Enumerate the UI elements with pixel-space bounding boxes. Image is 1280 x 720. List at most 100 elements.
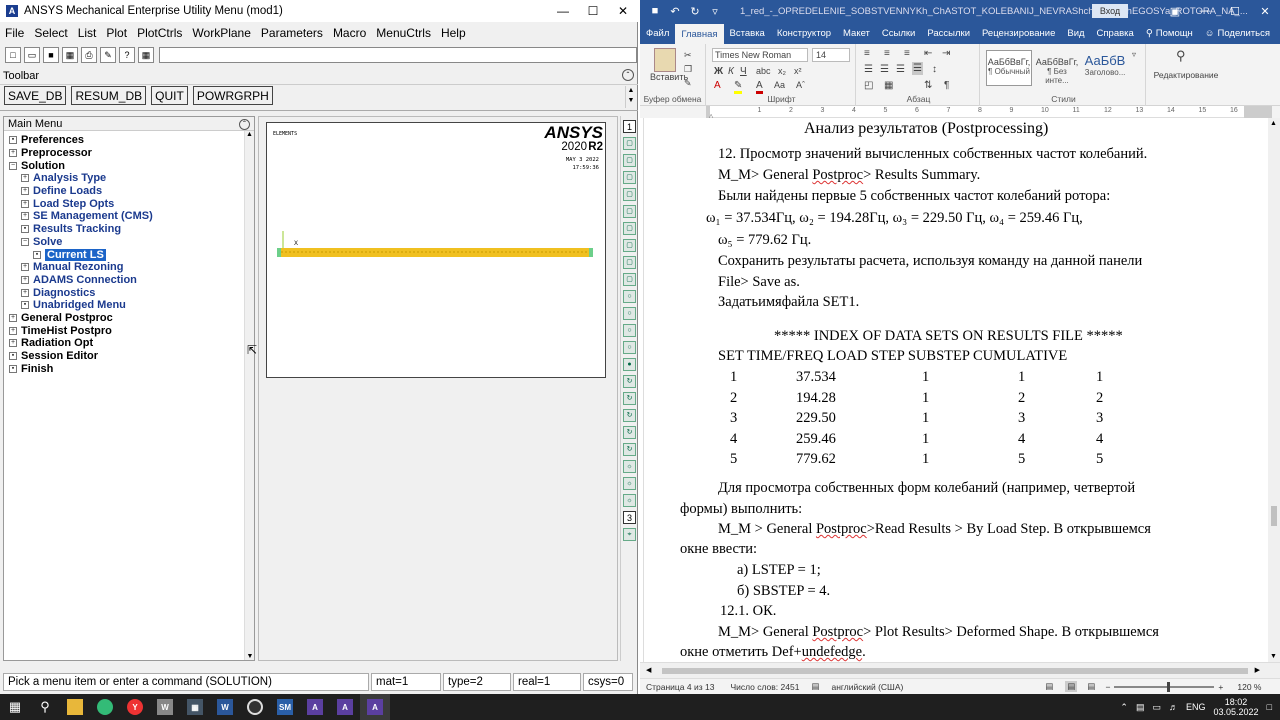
chrome-icon[interactable]: [240, 694, 270, 720]
main-menu-item[interactable]: + Analysis Type: [7, 172, 254, 185]
paste-button[interactable]: Вставить: [650, 72, 688, 82]
zoom-slider[interactable]: [1114, 681, 1215, 692]
zoom-in-icon[interactable]: +: [1218, 682, 1223, 692]
main-menu-item[interactable]: ▪ Session Editor: [7, 350, 254, 363]
yandex-browser-icon[interactable]: Y: [120, 694, 150, 720]
pick-icon[interactable]: ⌖: [623, 528, 636, 541]
main-menu-item[interactable]: ▪ Preferences: [7, 134, 254, 147]
language[interactable]: английский (США): [831, 682, 903, 692]
scroll-left-icon[interactable]: ◀: [646, 666, 651, 674]
report-icon[interactable]: ▦: [62, 47, 78, 63]
align-right-icon[interactable]: ☰: [896, 64, 905, 75]
horizontal-scrollbar[interactable]: ◀ ▶: [640, 662, 1280, 678]
menu-file[interactable]: File: [0, 26, 29, 40]
back-view-icon[interactable]: ▢: [623, 239, 636, 252]
font-size-select[interactable]: 14: [812, 48, 850, 62]
show-marks-icon[interactable]: ¶: [944, 80, 949, 91]
subscript-button[interactable]: x₂: [778, 66, 786, 76]
save-icon[interactable]: ■: [648, 5, 662, 18]
multilevel-list-icon[interactable]: ≡: [904, 48, 910, 59]
search-icon[interactable]: ⚲: [30, 694, 60, 720]
window-number-3[interactable]: 3: [623, 511, 636, 524]
tab-mailings[interactable]: Рассылки: [921, 22, 976, 44]
redo-icon[interactable]: ↻: [688, 5, 702, 18]
zoom-level[interactable]: 120 %: [1237, 682, 1261, 692]
tab-references[interactable]: Ссылки: [876, 22, 921, 44]
page-count[interactable]: Страница 4 из 13: [646, 682, 714, 692]
sort-icon[interactable]: ⇅: [924, 80, 932, 91]
file-explorer-icon[interactable]: [60, 694, 90, 720]
light-icon[interactable]: ☼: [623, 460, 636, 473]
tab-home[interactable]: Главная: [675, 24, 724, 44]
sign-in-button[interactable]: Вход: [1092, 4, 1128, 18]
minimize-icon[interactable]: —: [1190, 0, 1220, 22]
main-menu-item[interactable]: + SE Management (CMS): [7, 210, 254, 223]
top-view-icon[interactable]: ▢: [623, 171, 636, 184]
web-layout-icon[interactable]: ▤: [1087, 681, 1095, 692]
zoom-box-icon[interactable]: ○: [623, 307, 636, 320]
style-no-spacing[interactable]: АаБбВвГг, ¶ Без инте...: [1034, 50, 1080, 86]
main-menu-item[interactable]: ▪ Unabridged Menu: [7, 299, 254, 312]
save-db-button[interactable]: SAVE_DB: [4, 86, 67, 105]
line-spacing-icon[interactable]: ↕: [932, 64, 937, 75]
zoom-back-icon[interactable]: ○: [623, 324, 636, 337]
keyboard-language[interactable]: ENG: [1186, 702, 1206, 712]
numbering-icon[interactable]: ≡: [884, 48, 890, 59]
menu-help[interactable]: Help: [436, 26, 471, 40]
image-capture-icon[interactable]: ✎: [100, 47, 116, 63]
tab-review[interactable]: Рецензирование: [976, 22, 1061, 44]
style-normal[interactable]: АаБбВвГг, ¶ Обычный: [986, 50, 1032, 86]
browser-icon[interactable]: [90, 694, 120, 720]
scroll-thumb[interactable]: [662, 668, 1248, 674]
main-menu-item[interactable]: + Load Step Opts: [7, 197, 254, 210]
open-folder-icon[interactable]: ▭: [24, 47, 40, 63]
volume-icon[interactable]: ♬: [1169, 702, 1178, 712]
maximize-icon[interactable]: ☐: [578, 0, 608, 22]
menu-select[interactable]: Select: [29, 26, 72, 40]
document-page[interactable]: Анализ результатов (Postprocessing) 12. …: [644, 118, 1268, 662]
document-scrollbar[interactable]: ▲ ▼: [1268, 118, 1280, 662]
dynamic-rotate-icon[interactable]: ↻: [623, 443, 636, 456]
help-bulb-icon[interactable]: ?: [119, 47, 135, 63]
share-button[interactable]: ☺ Поделиться: [1199, 22, 1276, 44]
styles-more-icon[interactable]: ▿: [1132, 50, 1136, 59]
main-menu-item[interactable]: + TimeHist Postpro: [7, 324, 254, 337]
right-view-icon[interactable]: ▢: [623, 222, 636, 235]
powrgrph-button[interactable]: POWRGRPH: [192, 86, 273, 105]
tab-help[interactable]: Справка: [1091, 22, 1140, 44]
tab-design[interactable]: Конструктор: [771, 22, 837, 44]
scroll-thumb[interactable]: [1271, 506, 1277, 526]
scroll-up-icon[interactable]: ▲: [245, 131, 254, 138]
scroll-right-icon[interactable]: ▶: [1255, 666, 1260, 674]
pan-icon[interactable]: ●: [623, 358, 636, 371]
left-view-icon[interactable]: ▢: [623, 205, 636, 218]
battery-icon[interactable]: ▭: [1152, 702, 1161, 713]
tab-view[interactable]: Вид: [1061, 22, 1090, 44]
main-menu-item[interactable]: + ADAMS Connection: [7, 274, 254, 287]
italic-button[interactable]: К: [728, 66, 734, 77]
new-file-icon[interactable]: □: [5, 47, 21, 63]
main-menu-item[interactable]: + Radiation Opt: [7, 337, 254, 350]
collapse-icon[interactable]: ˆ: [622, 69, 634, 81]
align-left-icon[interactable]: ☰: [864, 64, 873, 75]
scroll-down-icon[interactable]: ▼: [245, 653, 255, 660]
rotate-icon[interactable]: ↻: [623, 375, 636, 388]
resume-db-button[interactable]: RESUM_DB: [71, 86, 147, 105]
shade-icon[interactable]: ☼: [623, 477, 636, 490]
main-menu-item[interactable]: ▪ Finish: [7, 362, 254, 375]
tab-file[interactable]: Файл: [640, 22, 676, 44]
justify-icon[interactable]: ☰: [912, 62, 923, 75]
text-effects-icon[interactable]: A: [714, 80, 721, 91]
main-menu-item[interactable]: − Solve: [7, 236, 254, 249]
chevron-up-icon[interactable]: ⌃: [1120, 702, 1128, 713]
undo-icon[interactable]: ↶: [668, 5, 682, 18]
rotate-y-icon[interactable]: ↻: [623, 409, 636, 422]
align-center-icon[interactable]: ☰: [880, 64, 889, 75]
close-icon[interactable]: ✕: [1250, 0, 1280, 22]
minimize-icon[interactable]: —: [548, 0, 578, 22]
editing-button[interactable]: Редактирование: [1148, 70, 1224, 80]
front-view-icon[interactable]: ▢: [623, 154, 636, 167]
graphics-window[interactable]: ELEMENTS ANSYS 2020 R2 MAY 3 2022 17:59:…: [266, 122, 606, 378]
menu-plot[interactable]: Plot: [101, 26, 132, 40]
decrease-indent-icon[interactable]: ⇤: [924, 48, 932, 59]
